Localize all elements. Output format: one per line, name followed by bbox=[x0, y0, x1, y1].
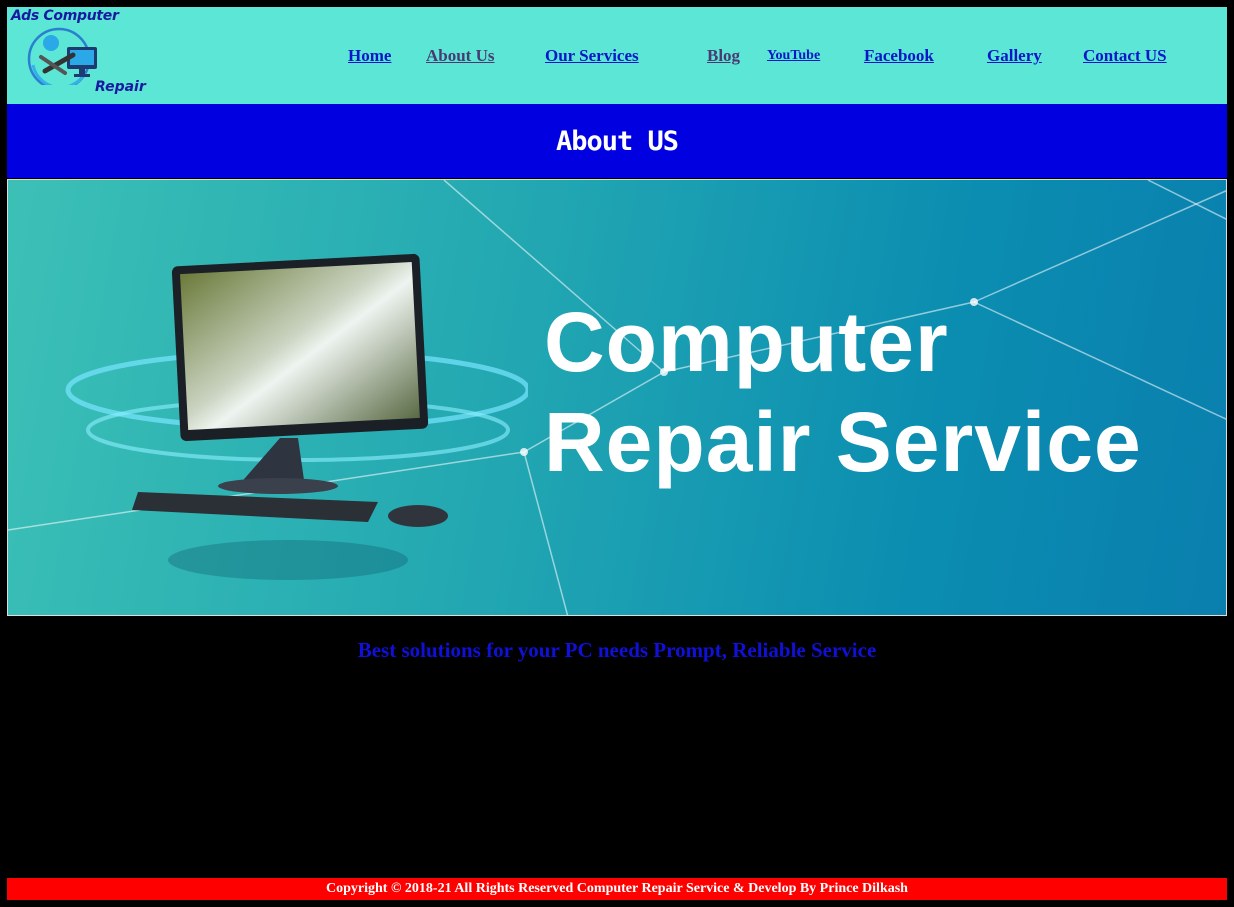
site-logo[interactable]: Ads Computer Repair bbox=[9, 7, 149, 104]
hero-banner: Computer Repair Service bbox=[7, 179, 1227, 616]
site-footer: Copyright © 2018-21 All Rights Reserved … bbox=[7, 878, 1227, 900]
nav-facebook[interactable]: Facebook bbox=[864, 46, 934, 66]
tagline: Best solutions for your PC needs Prompt,… bbox=[357, 638, 877, 662]
banner-headline: Computer Repair Service bbox=[544, 292, 1142, 492]
page-title: About US bbox=[555, 125, 679, 157]
computer-repair-logo-icon bbox=[27, 27, 97, 85]
page-title-bar: About US bbox=[7, 104, 1227, 178]
computer-monitor-illustration bbox=[65, 253, 528, 580]
site-header: Ads Computer Repair Home About Us Our Se… bbox=[7, 7, 1227, 104]
nav-gallery[interactable]: Gallery bbox=[987, 46, 1042, 66]
nav-our-services[interactable]: Our Services bbox=[545, 46, 639, 66]
nav-about-us[interactable]: About Us bbox=[426, 46, 495, 66]
banner-line-2: Repair Service bbox=[544, 395, 1142, 489]
nav-blog[interactable]: Blog bbox=[707, 46, 740, 66]
nav-youtube[interactable]: YouTube bbox=[767, 48, 820, 64]
logo-text-bottom: Repair bbox=[95, 79, 146, 95]
nav-contact-us[interactable]: Contact US bbox=[1083, 46, 1167, 66]
logo-text-top: Ads Computer bbox=[11, 8, 119, 24]
nav-home[interactable]: Home bbox=[348, 46, 391, 66]
banner-line-1: Computer bbox=[544, 295, 949, 389]
